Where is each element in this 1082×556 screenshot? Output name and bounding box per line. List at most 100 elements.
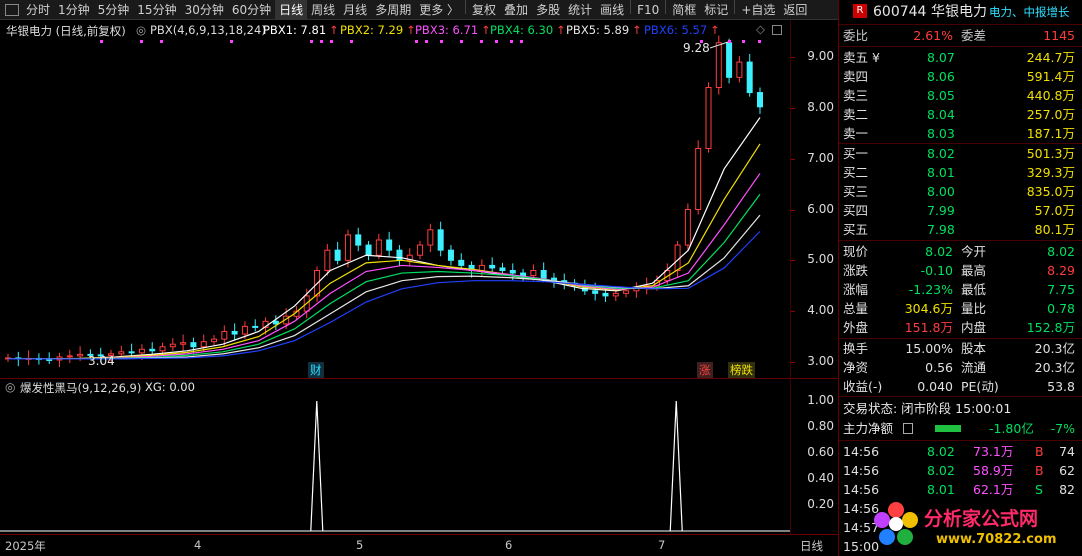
candle [736, 61, 743, 78]
restore-icon[interactable] [772, 25, 782, 35]
candle [520, 272, 527, 277]
candle [447, 249, 454, 261]
stat-label: PE(动) [961, 379, 999, 394]
toolbar-item[interactable]: 叠加 [500, 0, 532, 19]
candle [458, 259, 465, 266]
stat-label: 换手 [843, 341, 869, 356]
candle [365, 244, 372, 256]
tick-time: 14:56 [843, 482, 880, 497]
toolbar-item[interactable]: 统计 [564, 0, 596, 19]
tick-volume: 58.9万 [973, 463, 1014, 478]
price-tick: 7.00 [807, 150, 834, 165]
level-price: 7.98 [927, 222, 955, 237]
toolbar-item[interactable]: 多周期 [371, 0, 415, 19]
indicator-tick: 0.80 [807, 419, 834, 433]
signal-dot [100, 40, 103, 43]
stat-value: 8.29 [1047, 263, 1075, 278]
collapse-icon[interactable]: ◎ [5, 380, 15, 394]
toolbar-item[interactable]: 5分钟 [94, 0, 134, 19]
candle [128, 351, 135, 354]
toolbar-item[interactable]: 周线 [307, 0, 339, 19]
buy-level[interactable]: 买五 7.98 80.1万 [839, 220, 1082, 239]
toolbar-item[interactable]: 更多 〉 [415, 0, 463, 19]
signal-dot [520, 40, 523, 43]
candle [324, 249, 331, 272]
signal-dot [350, 40, 353, 43]
high-price-label: 9.28 [683, 41, 710, 55]
candle [159, 346, 166, 352]
candle [499, 267, 506, 271]
level-label: 买四 [843, 203, 869, 218]
candlestick-chart[interactable] [0, 20, 790, 378]
candle [211, 338, 218, 343]
price-tick: 3.00 [807, 354, 834, 368]
layout-toggle-icon[interactable] [5, 3, 19, 16]
toolbar-item[interactable]: 多股 [532, 0, 564, 19]
toolbar-item[interactable]: 简框 [668, 0, 700, 19]
indicator-spike [310, 400, 324, 532]
buy-level[interactable]: 买一 8.02 501.3万 [839, 144, 1082, 163]
flow-icon[interactable] [903, 423, 913, 434]
toolbar-item[interactable]: 分时 [22, 0, 54, 19]
sell-level[interactable]: 卖一 8.03 187.1万 [839, 124, 1082, 143]
buy-level[interactable]: 买二 8.01 329.3万 [839, 163, 1082, 182]
indicator-name[interactable]: PBX(4,6,9,13,18,24) [150, 23, 266, 37]
signal-dot [160, 40, 163, 43]
toolbar-item[interactable]: 返回 [779, 0, 811, 19]
candle [118, 351, 125, 355]
buy-level[interactable]: 买四 7.99 57.0万 [839, 201, 1082, 220]
level-label: 卖四 [843, 69, 869, 84]
stat-label: 涨幅 [843, 282, 869, 297]
collapse-icon[interactable]: ◎ [136, 23, 146, 37]
sell-level[interactable]: 卖三 8.05 440.8万 [839, 86, 1082, 105]
toolbar-item[interactable]: F10 [633, 0, 663, 19]
level-label: 买一 [843, 146, 869, 161]
indicator-chart[interactable] [0, 378, 790, 534]
signal-dot [460, 40, 463, 43]
level-volume: 80.1万 [1034, 222, 1075, 237]
stat-value: 7.75 [1047, 282, 1075, 297]
stat-value: 0.78 [1047, 301, 1075, 316]
toolbar-item[interactable]: 复权 [468, 0, 500, 19]
diamond-icon[interactable]: ◇ [756, 22, 765, 36]
date-label: 6 [505, 538, 513, 552]
stat-value: 20.3亿 [1034, 341, 1075, 356]
ma-line-pbx3 [8, 173, 761, 360]
chart-legend: 华银电力 (日线,前复权) ◎ PBX(4,6,9,13,18,24) PBX1… [0, 22, 790, 38]
finance-tag[interactable]: 财 [308, 362, 324, 378]
tick-volume: 73.1万 [973, 444, 1014, 459]
list-tag[interactable]: 榜跌 [728, 362, 755, 378]
candle [221, 331, 228, 340]
toolbar-item[interactable]: 标记 [700, 0, 732, 19]
level-volume: 501.3万 [1026, 146, 1075, 161]
level-price: 8.03 [927, 126, 955, 141]
sell-level[interactable]: 卖四 8.06 591.4万 [839, 67, 1082, 86]
date-label: 7 [658, 538, 666, 552]
sub-indicator-name[interactable]: 爆发性黑马(9,12,26,9) [20, 380, 141, 396]
toolbar-item[interactable]: 30分钟 [181, 0, 228, 19]
level-price: 8.05 [927, 88, 955, 103]
stock-tags[interactable]: 电力、中报增长 [989, 3, 1070, 22]
toolbar-item[interactable]: 月线 [339, 0, 371, 19]
sell-level[interactable]: 卖五 ¥ 8.07 244.7万 [839, 48, 1082, 67]
sell-level[interactable]: 卖二 8.04 257.0万 [839, 105, 1082, 124]
limit-up-tag[interactable]: 涨 [697, 362, 713, 378]
signal-dot [230, 40, 233, 43]
toolbar-item[interactable]: +自选 [737, 0, 779, 19]
toolbar-item[interactable]: 60分钟 [228, 0, 275, 19]
stat-label: 量比 [961, 301, 987, 316]
toolbar-item[interactable]: 1分钟 [54, 0, 94, 19]
legend-item: PBX3: 6.71 [415, 23, 479, 37]
buy-level[interactable]: 买三 8.00 835.0万 [839, 182, 1082, 201]
tick-time: 14:56 [843, 444, 880, 459]
toolbar-item[interactable]: 日线 [275, 0, 308, 19]
signal-dot [140, 40, 143, 43]
price-tick: 8.00 [807, 99, 834, 114]
toolbar-item[interactable]: 15分钟 [133, 0, 180, 19]
level-volume: 244.7万 [1026, 50, 1075, 65]
tick-row: 14:56 8.01 62.1万 S 82 [839, 480, 1082, 499]
candle [417, 244, 424, 256]
legend-item: PBX5: 5.89 [566, 23, 630, 37]
toolbar-item[interactable]: 画线 [596, 0, 628, 19]
period-label[interactable]: 日线 [800, 538, 823, 554]
